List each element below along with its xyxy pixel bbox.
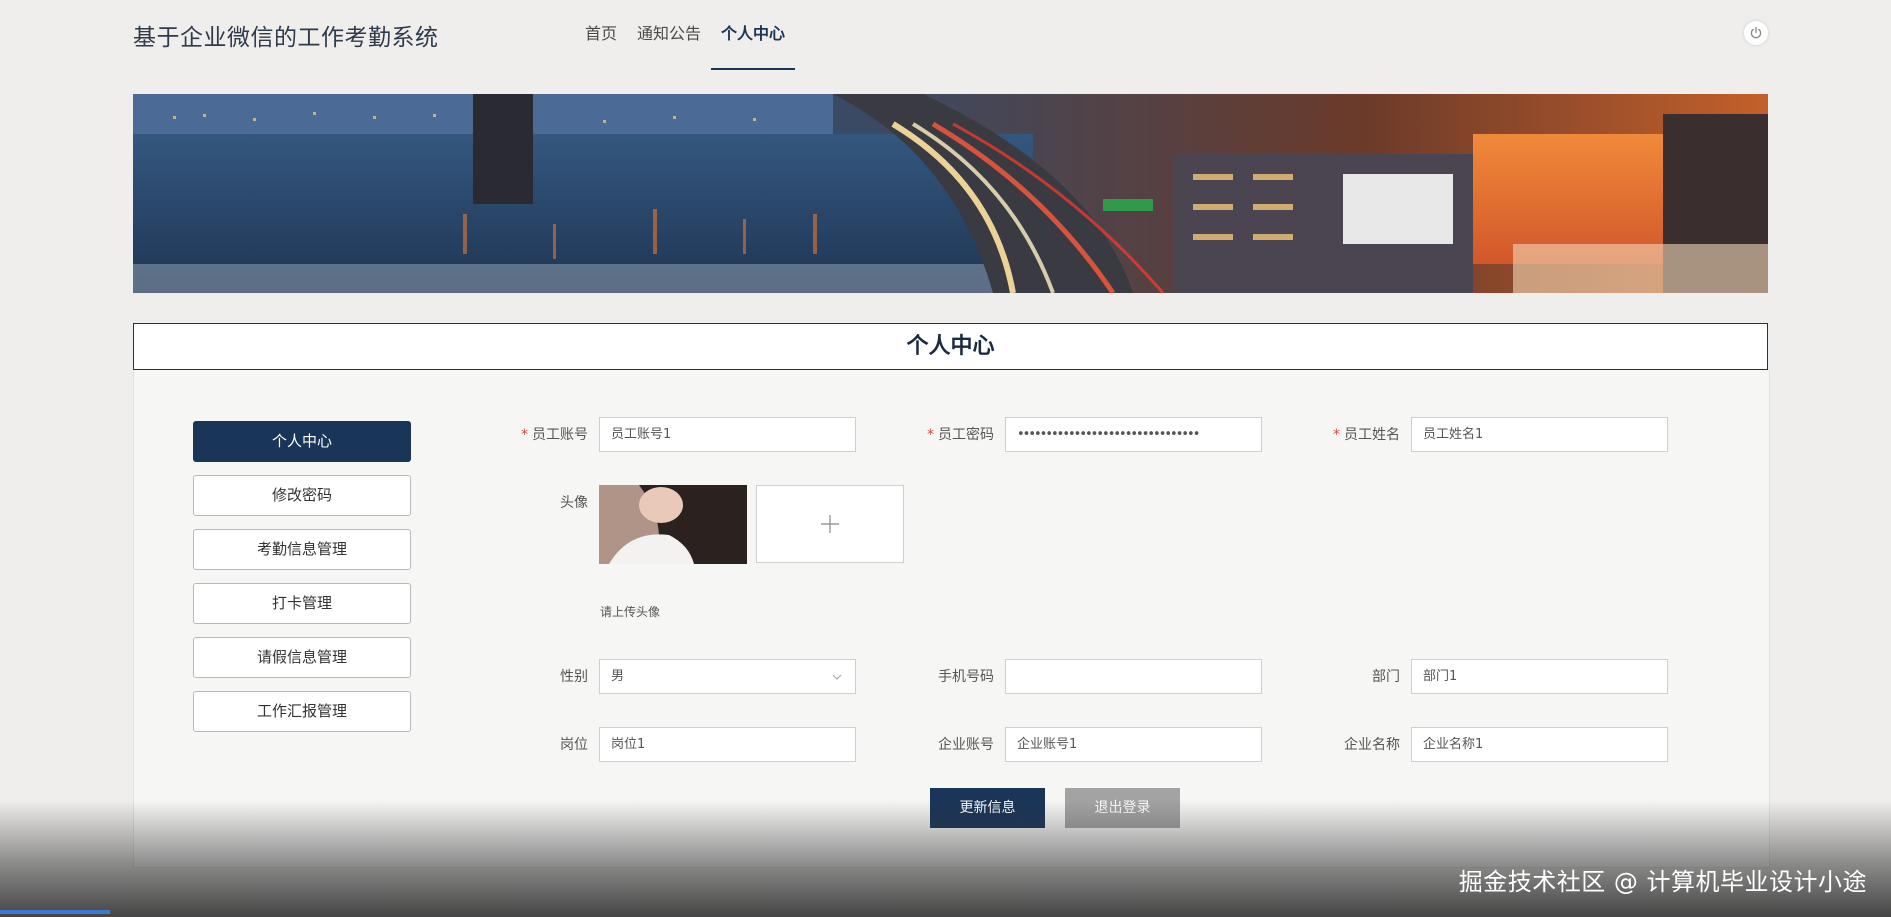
video-progress-bar[interactable] <box>0 910 110 914</box>
power-icon <box>1750 26 1762 39</box>
employee-password-input[interactable]: •••••••••••••••••••••••••••••••• <box>1005 417 1262 452</box>
sidebar-item-clock-in[interactable]: 打卡管理 <box>193 583 411 624</box>
plus-icon <box>821 515 839 533</box>
employee-account-label: * 员工账号 <box>521 427 588 443</box>
site-title: 基于企业微信的工作考勤系统 <box>133 25 439 51</box>
company-name-label: 企业名称 <box>1344 737 1400 753</box>
watermark-text: 掘金技术社区 @ 计算机毕业设计小途 <box>1458 868 1867 896</box>
employee-name-label: * 员工姓名 <box>1333 427 1400 443</box>
sidebar-item-attendance[interactable]: 考勤信息管理 <box>193 529 411 570</box>
employee-password-label: * 员工密码 <box>927 427 994 443</box>
nav-home[interactable]: 首页 <box>575 0 627 70</box>
power-button[interactable] <box>1744 21 1768 45</box>
department-label: 部门 <box>1372 669 1400 685</box>
nav-notices[interactable]: 通知公告 <box>627 0 711 70</box>
avatar-upload-hint: 请上传头像 <box>600 605 661 619</box>
department-input[interactable]: 部门1 <box>1411 659 1668 694</box>
company-account-input[interactable]: 企业账号1 <box>1005 727 1262 762</box>
update-info-button[interactable]: 更新信息 <box>930 788 1045 828</box>
position-label: 岗位 <box>560 737 588 753</box>
chevron-down-icon <box>832 674 842 680</box>
avatar-label: 头像 <box>560 495 588 511</box>
banner-image <box>133 94 1768 293</box>
phone-label: 手机号码 <box>938 669 994 685</box>
sidebar-item-leave[interactable]: 请假信息管理 <box>193 637 411 678</box>
company-account-label: 企业账号 <box>938 737 994 753</box>
avatar-upload-button[interactable] <box>756 485 904 563</box>
nav-personal-center[interactable]: 个人中心 <box>711 0 796 70</box>
gender-select-value: 男 <box>611 669 625 684</box>
sidebar-item-change-password[interactable]: 修改密码 <box>193 475 411 516</box>
company-name-input[interactable]: 企业名称1 <box>1411 727 1668 762</box>
position-input[interactable]: 岗位1 <box>599 727 856 762</box>
employee-name-input[interactable]: 员工姓名1 <box>1411 417 1668 452</box>
sidebar-item-work-report[interactable]: 工作汇报管理 <box>193 691 411 732</box>
sidebar-menu: 个人中心 修改密码 考勤信息管理 打卡管理 请假信息管理 工作汇报管理 <box>193 421 411 745</box>
top-bar: 基于企业微信的工作考勤系统 首页 通知公告 个人中心 <box>0 0 1891 72</box>
logout-button[interactable]: 退出登录 <box>1065 788 1180 828</box>
employee-account-input[interactable]: 员工账号1 <box>599 417 856 452</box>
sidebar-item-personal-center[interactable]: 个人中心 <box>193 421 411 462</box>
section-title: 个人中心 <box>133 323 1768 371</box>
main-nav: 首页 通知公告 个人中心 <box>575 0 796 72</box>
gender-select[interactable]: 男 <box>599 659 856 694</box>
gender-label: 性别 <box>560 669 588 685</box>
phone-input[interactable] <box>1005 659 1262 694</box>
avatar-image[interactable] <box>599 485 747 564</box>
